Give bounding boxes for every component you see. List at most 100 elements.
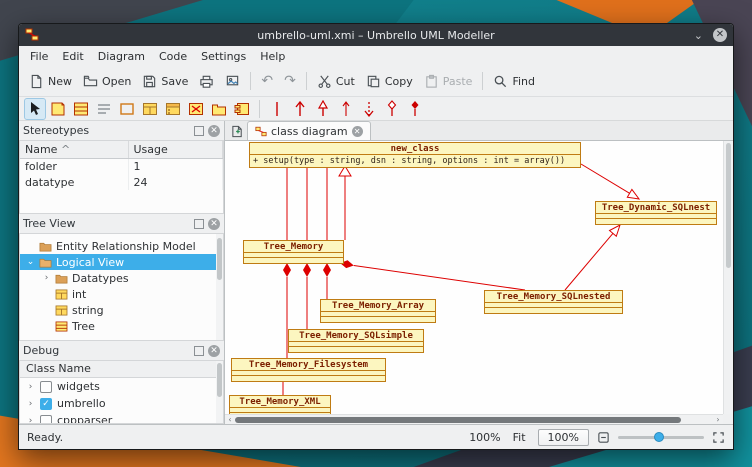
scrollbar-thumb[interactable] [217,238,222,280]
dependency-tool[interactable] [359,99,379,119]
scrollbar-thumb[interactable] [235,417,681,423]
tree-item-string[interactable]: string [20,302,223,318]
scrollbar-thumb[interactable] [726,143,731,268]
save-button[interactable]: Save [137,71,193,92]
canvas-vertical-scrollbar[interactable] [723,141,733,414]
tab-close-icon[interactable]: ✕ [352,126,363,137]
uni-association-tool[interactable] [336,99,356,119]
tree-item-tree[interactable]: Tree [20,318,223,334]
menu-diagram[interactable]: Diagram [91,48,152,65]
package-tool[interactable] [209,99,229,119]
class-widget-tree-dynamic-sqlnest[interactable]: Tree_Dynamic_SQLnest [595,201,717,225]
directed-association-tool[interactable] [290,99,310,119]
redo-button[interactable]: ↷ [279,71,301,91]
zoom-out-icon[interactable] [597,431,610,444]
scroll-left-icon[interactable]: ‹ [225,415,235,425]
open-button[interactable]: Open [78,71,136,92]
close-dock-icon[interactable]: ✕ [208,345,220,357]
class-widget-new-class[interactable]: new_class + setup(type : string, dsn : s… [249,142,581,168]
class-tool[interactable] [71,99,91,119]
checkbox-unchecked[interactable] [40,381,52,393]
tree-scrollbar[interactable] [216,234,223,340]
menu-code[interactable]: Code [152,48,194,65]
checkbox-unchecked[interactable] [40,415,52,425]
menu-settings[interactable]: Settings [194,48,253,65]
box-tool[interactable] [117,99,137,119]
class-widget-tree-memory[interactable]: Tree_Memory [243,240,344,264]
association-tool[interactable] [267,99,287,119]
shade-icon[interactable]: ⌄ [694,30,703,41]
close-dock-icon[interactable]: ✕ [208,125,220,137]
debug-column-header[interactable]: Class Name [20,361,223,378]
scroll-right-icon[interactable]: › [713,415,723,425]
column-header-usage[interactable]: Usage [128,141,223,158]
table-row[interactable]: datatype 24 [20,174,223,190]
debug-item-umbrello[interactable]: › ✓ umbrello [20,395,223,412]
table-row[interactable]: folder 1 [20,158,223,174]
class-icon [73,101,89,117]
expander-icon[interactable]: › [26,399,35,409]
checkbox-checked[interactable]: ✓ [40,398,52,410]
debug-dock-header[interactable]: Debug ✕ [19,341,224,360]
text-tool[interactable] [94,99,114,119]
pointer-tool[interactable] [25,99,45,119]
aggregation-tool[interactable] [382,99,402,119]
float-dock-icon[interactable] [194,219,204,229]
menu-file[interactable]: File [23,48,55,65]
operations-compartment [289,347,423,352]
paste-button[interactable]: Paste [419,71,478,92]
debug-item-widgets[interactable]: › widgets [20,378,223,395]
slider-knob[interactable] [654,432,664,442]
tree-item-datatypes[interactable]: › Datatypes [20,270,223,286]
tree-item-int[interactable]: int [20,286,223,302]
entity-tool[interactable] [186,99,206,119]
close-dock-icon[interactable]: ✕ [208,218,220,230]
float-dock-icon[interactable] [194,126,204,136]
titlebar[interactable]: umbrello-uml.xmi – Umbrello UML Modeller… [19,24,733,46]
debug-scrollbar[interactable] [216,361,223,423]
undo-button[interactable]: ↶ [256,71,278,91]
close-icon[interactable]: ✕ [713,28,727,42]
debug-item-cppparser[interactable]: › cppparser [20,412,223,424]
column-header-name[interactable]: Name ^ [20,141,128,158]
new-button[interactable]: New [24,71,77,92]
stereotypes-dock-header[interactable]: Stereotypes ✕ [19,121,224,140]
new-tab-button[interactable] [227,122,247,140]
float-dock-icon[interactable] [194,346,204,356]
composition-tool[interactable] [405,99,425,119]
fullscreen-icon[interactable] [712,431,725,444]
component-tool[interactable] [232,99,252,119]
expander-icon[interactable]: › [26,416,35,425]
scrollbar-thumb[interactable] [217,363,222,397]
dependency-icon [362,100,376,118]
tree-view-dock-header[interactable]: Tree View ✕ [19,214,224,233]
datatype-tool[interactable] [140,99,160,119]
note-tool[interactable] [48,99,68,119]
copy-button[interactable]: Copy [361,71,418,92]
tree-item-entity-relationship-model[interactable]: Entity Relationship Model [20,238,223,254]
export-button[interactable] [220,71,245,92]
zoom-slider[interactable] [618,430,704,444]
canvas-horizontal-scrollbar[interactable]: ‹ › [225,414,723,424]
expander-icon[interactable]: ⌄ [26,257,35,267]
fit-button[interactable]: Fit [509,430,530,445]
expander-icon[interactable]: › [42,273,51,283]
menu-edit[interactable]: Edit [55,48,90,65]
stereotype-usage-cell: 1 [128,158,223,174]
find-button[interactable]: Find [488,71,540,92]
tree-item-logical-view[interactable]: ⌄ Logical View [20,254,223,270]
expander-icon[interactable]: › [26,382,35,392]
print-button[interactable] [194,71,219,92]
class-widget-tree-memory-array[interactable]: Tree_Memory_Array [320,299,436,323]
class-widget-tree-memory-sqlsimple[interactable]: Tree_Memory_SQLsimple [288,329,424,353]
class-widget-tree-memory-sqlnested[interactable]: Tree_Memory_SQLnested [484,290,623,314]
menu-help[interactable]: Help [253,48,292,65]
class-widget-tree-memory-filesystem[interactable]: Tree_Memory_Filesystem [231,358,386,382]
enum-tool[interactable] [163,99,183,119]
class-widget-tree-memory-xml[interactable]: Tree_Memory_XML [229,395,331,414]
tab-class-diagram[interactable]: class diagram ✕ [247,121,371,140]
cut-button[interactable]: Cut [312,71,360,92]
generalization-tool[interactable] [313,99,333,119]
zoom-select-button[interactable]: 100% [538,429,589,446]
diagram-canvas[interactable]: new_class + setup(type : string, dsn : s… [225,141,733,424]
